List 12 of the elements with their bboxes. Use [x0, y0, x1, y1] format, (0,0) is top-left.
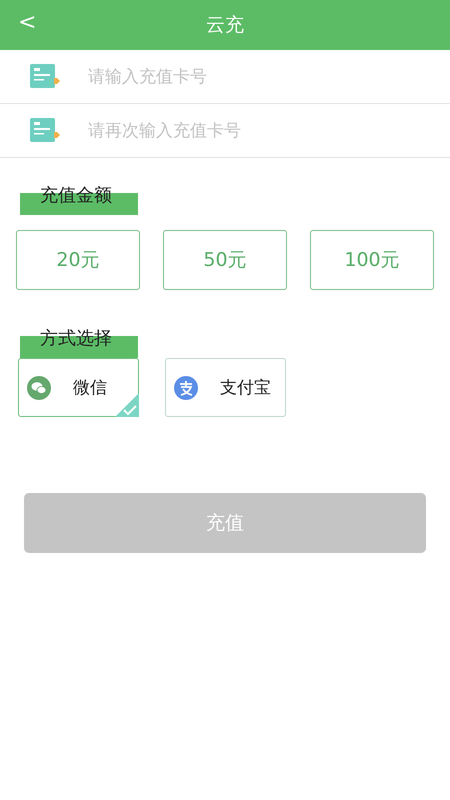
payment-option[interactable]: 支付宝 — [165, 358, 286, 417]
payment-logo-icon — [174, 376, 198, 400]
card-icon — [30, 118, 60, 143]
amount-option[interactable]: 20元 — [16, 230, 140, 290]
back-button[interactable]: < — [14, 10, 40, 35]
payment-option[interactable]: 微信 — [18, 358, 139, 417]
page-title: 云充 — [206, 13, 244, 38]
chat-bubbles-icon — [27, 376, 51, 400]
amount-option[interactable]: 50元 — [163, 230, 287, 290]
amount-option[interactable]: 100元 — [310, 230, 434, 290]
card-icon — [30, 64, 60, 89]
check-corner-icon — [115, 393, 139, 417]
